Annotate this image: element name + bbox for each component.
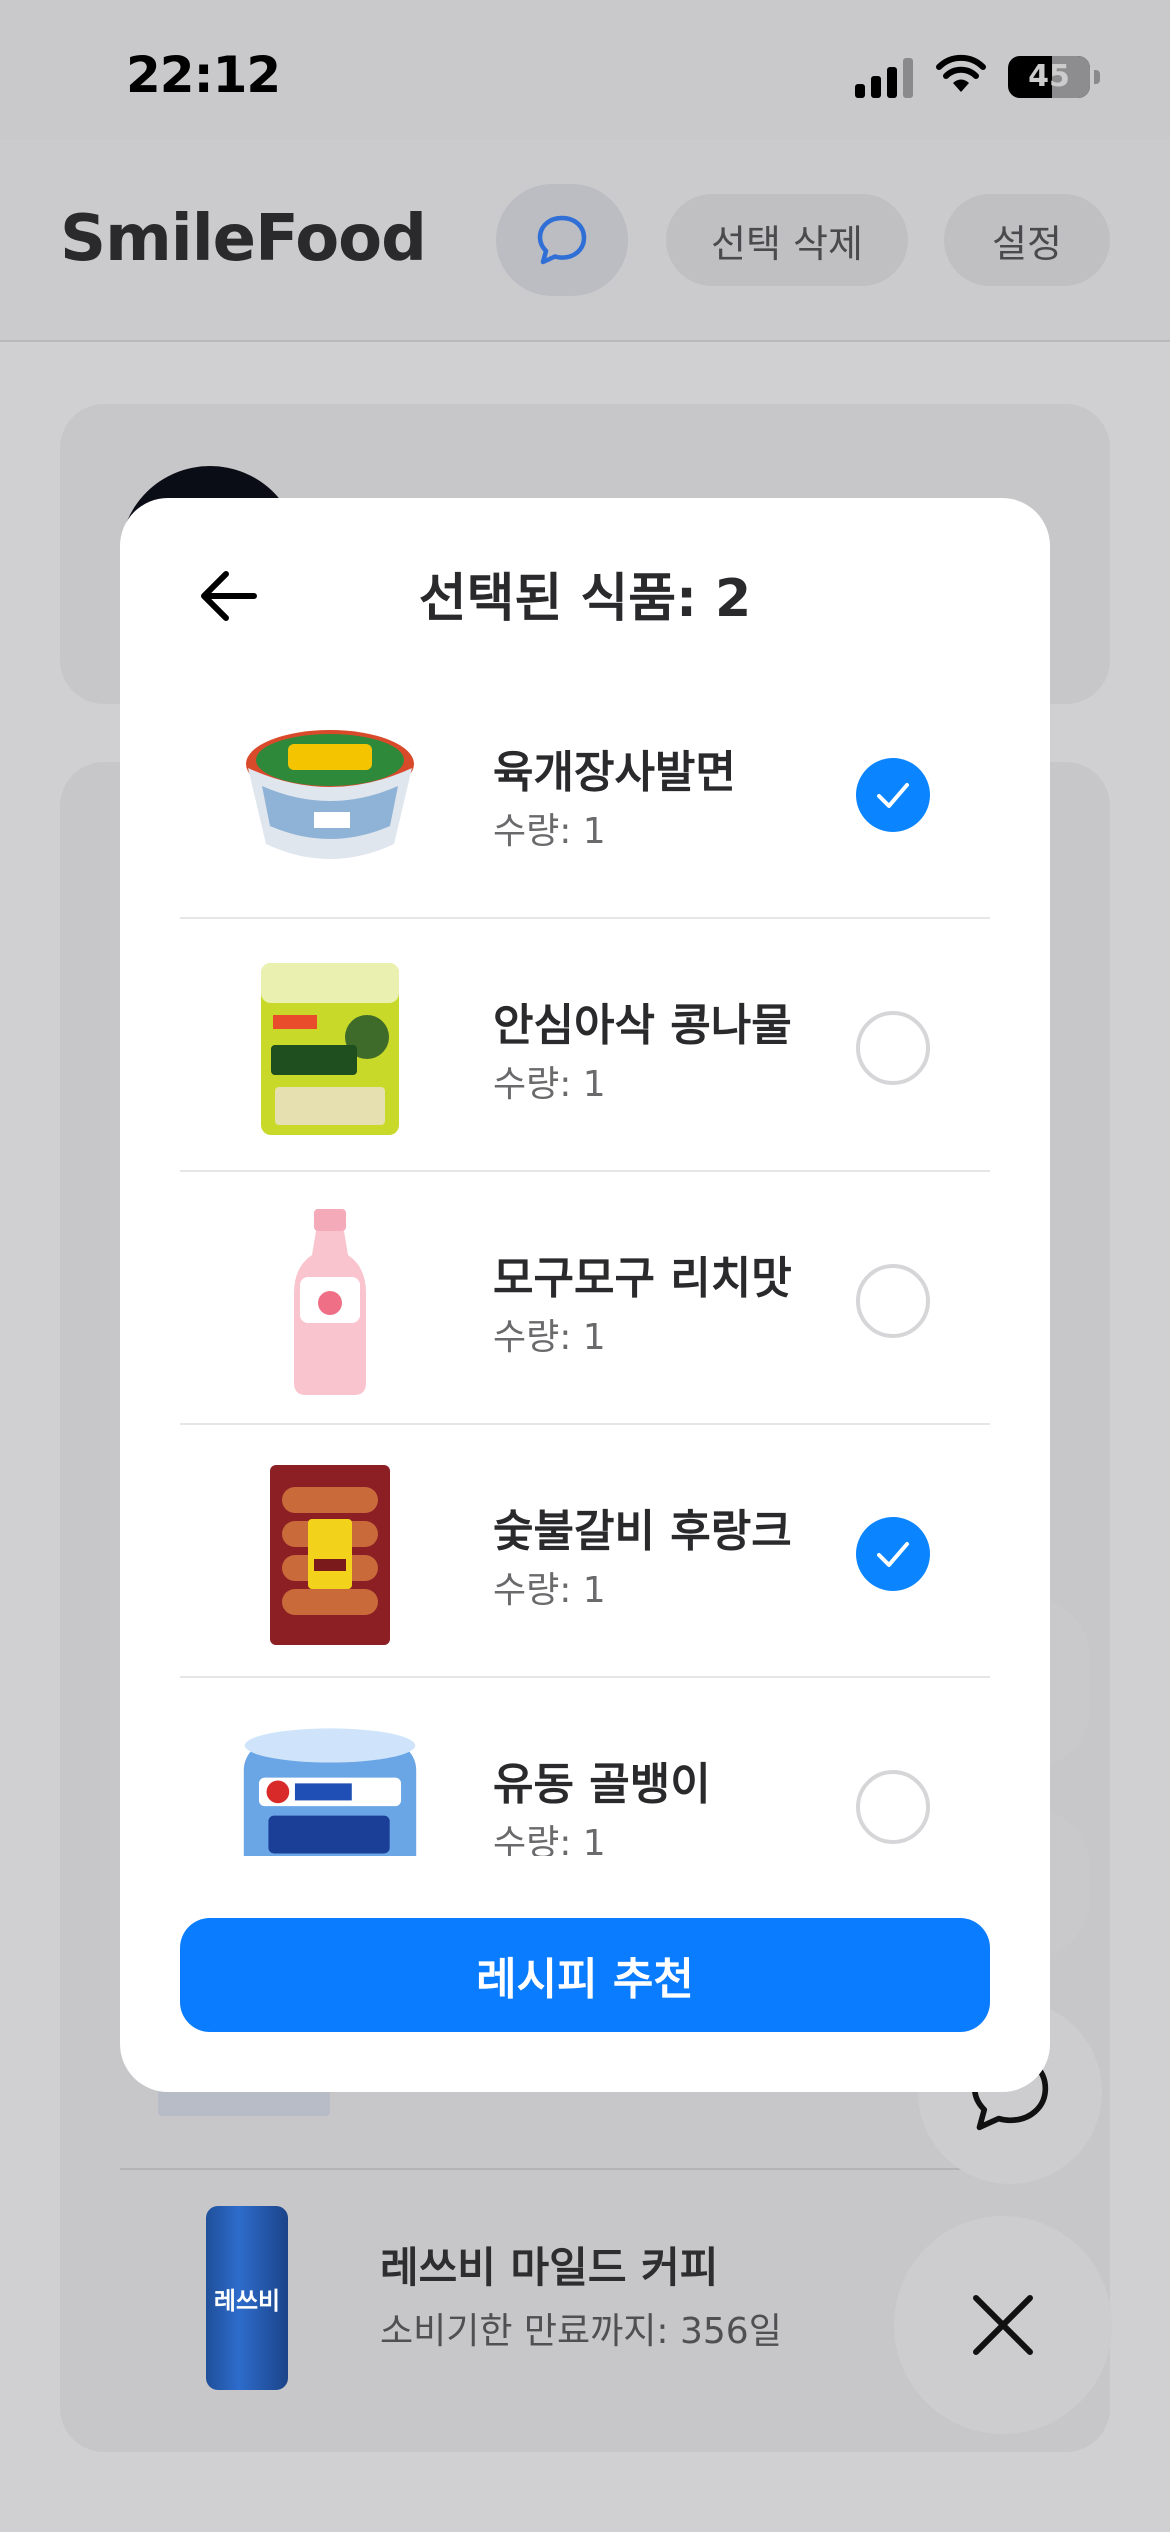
food-item-quantity: 수량: 1 xyxy=(493,1317,606,1358)
checkmark-icon xyxy=(877,783,909,808)
recipe-recommend-button[interactable]: 레시피 추천 xyxy=(180,1918,990,2032)
sausage-image xyxy=(240,1465,420,1645)
canned-whelk-image xyxy=(240,1718,420,1856)
settings-button[interactable]: 설정 xyxy=(944,194,1110,286)
select-checkbox[interactable] xyxy=(856,1011,930,1085)
app-title: SmileFood xyxy=(60,202,427,276)
checkmark-icon xyxy=(877,1542,909,1567)
battery-nub xyxy=(1094,70,1100,84)
coffee-can-image: 레쓰비 xyxy=(206,2206,288,2390)
food-item-name: 숯불갈비 후랑크 xyxy=(493,1506,792,1557)
select-checkbox[interactable] xyxy=(856,1264,930,1338)
app-bar: SmileFood 선택 삭제 설정 xyxy=(0,140,1170,342)
close-fab[interactable] xyxy=(894,2216,1112,2434)
food-item-name: 모구모구 리치맛 xyxy=(493,1253,792,1304)
arrow-left-icon xyxy=(201,571,257,621)
status-bar: 22:12 45 xyxy=(0,0,1170,140)
list-item-image xyxy=(158,2090,330,2116)
food-item[interactable]: 유동 골뱅이 수량: 1 xyxy=(180,1678,990,1856)
food-item-name: 육개장사발면 xyxy=(493,747,736,798)
list-divider xyxy=(120,2168,1050,2170)
chat-button[interactable] xyxy=(496,184,628,296)
signal-icon xyxy=(855,58,913,98)
delete-selected-button[interactable]: 선택 삭제 xyxy=(666,194,908,286)
lychee-drink-image xyxy=(240,1209,420,1395)
select-checkbox[interactable] xyxy=(856,1517,930,1591)
battery-level: 45 xyxy=(1028,59,1070,94)
food-item-quantity: 수량: 1 xyxy=(493,1570,606,1611)
cup-noodle-image xyxy=(240,706,420,886)
food-item-quantity: 수량: 1 xyxy=(493,811,606,852)
chat-bubble-icon xyxy=(537,215,587,265)
food-item[interactable]: 모구모구 리치맛 수량: 1 xyxy=(180,1172,990,1425)
can-label: 레쓰비 xyxy=(213,2286,281,2315)
food-item[interactable]: 숯불갈비 후랑크 수량: 1 xyxy=(180,1425,990,1678)
wifi-icon xyxy=(936,54,986,92)
selected-food-list[interactable]: 육개장사발면 수량: 1 안심아삭 콩나물 수량: 1 모구모구 리치맛 수량:… xyxy=(180,666,990,1856)
food-item-name: 유동 골뱅이 xyxy=(493,1759,711,1810)
bean-sprouts-image xyxy=(240,959,420,1139)
selected-foods-modal: 선택된 식품: 2 육개장사발면 수량: 1 안심아삭 콩나물 수량: 1 모구… xyxy=(120,498,1050,2092)
select-checkbox[interactable] xyxy=(856,1770,930,1844)
back-button[interactable] xyxy=(186,562,270,630)
food-item[interactable]: 육개장사발면 수량: 1 xyxy=(180,666,990,919)
select-checkbox[interactable] xyxy=(856,758,930,832)
food-item-quantity: 수량: 1 xyxy=(493,1064,606,1105)
food-item-name: 안심아삭 콩나물 xyxy=(493,1000,792,1051)
list-item-expiry: 소비기한 만료까지: 356일 xyxy=(380,2311,782,2352)
status-time: 22:12 xyxy=(126,46,281,104)
battery-icon: 45 xyxy=(1008,56,1090,98)
close-icon xyxy=(973,2295,1033,2355)
food-item-quantity: 수량: 1 xyxy=(493,1823,606,1856)
list-item-name[interactable]: 레쓰비 마일드 커피 xyxy=(380,2234,718,2295)
food-item[interactable]: 안심아삭 콩나물 수량: 1 xyxy=(180,919,990,1172)
